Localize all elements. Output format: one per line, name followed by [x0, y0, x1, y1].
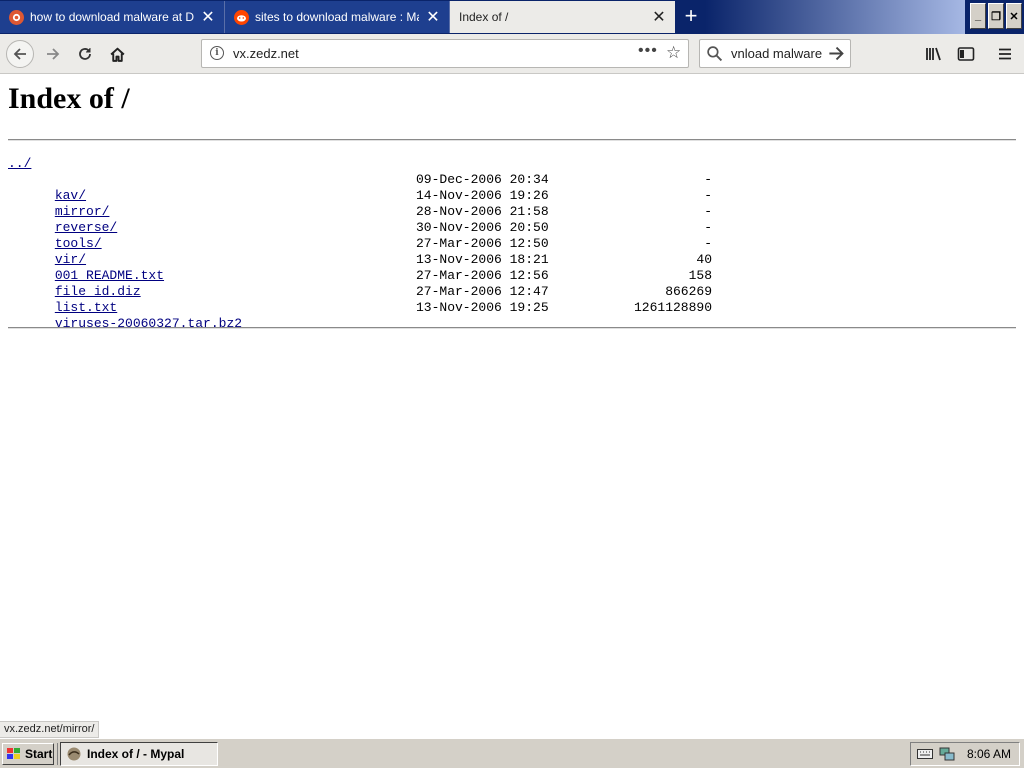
entry-size: 40: [696, 252, 712, 267]
list-item: tools/ 30-Nov-2006 20:50 -: [8, 220, 712, 251]
search-bar[interactable]: vnload malware: [699, 39, 851, 68]
entry-size: 1261128890: [633, 300, 712, 315]
list-item: list.txt 27-Mar-2006 12:47 866269: [8, 284, 712, 315]
entry-size: -: [704, 220, 712, 235]
list-item: ../: [8, 156, 242, 172]
title-bar-gradient: [705, 0, 965, 34]
list-item: vir/ 27-Mar-2006 12:50 -: [8, 236, 712, 267]
restore-button[interactable]: ❐: [988, 3, 1004, 29]
new-tab-button[interactable]: +: [680, 5, 702, 28]
entry-size: -: [704, 188, 712, 203]
navigation-toolbar: i vx.zedz.net ••• ☆ vnload malware: [0, 34, 1024, 74]
search-icon: [707, 46, 723, 62]
page-content: Index of / ../ kav/ 09-Dec-2006 20:34 - …: [0, 74, 1024, 720]
site-info-icon[interactable]: i: [210, 46, 224, 60]
tab-duckduckgo-search[interactable]: how to download malware at DuckDuckGo ✕: [0, 1, 225, 33]
clock: 8:06 AM: [966, 747, 1011, 761]
minimize-button[interactable]: _: [970, 3, 986, 29]
start-label: Start: [25, 747, 53, 761]
search-go-arrow-icon[interactable]: [827, 44, 846, 63]
close-tab-icon[interactable]: ✕: [651, 9, 667, 26]
status-url-tooltip: vx.zedz.net/mirror/: [0, 721, 100, 738]
entry-size: -: [704, 236, 712, 251]
window-controls: _ ❐ ✕: [970, 3, 1022, 29]
list-item: viruses-20060327.tar.bz2 13-Nov-2006 19:…: [8, 300, 712, 331]
search-input[interactable]: vnload malware: [731, 46, 822, 61]
bookmark-star-icon[interactable]: ☆: [666, 43, 681, 63]
taskbar-item-mypal[interactable]: Index of / - Mypal: [60, 742, 218, 766]
entry-date: 28-Nov-2006 21:58: [416, 204, 549, 219]
tab-reddit[interactable]: sites to download malware : Malware ✕: [225, 1, 450, 33]
entry-date: 27-Mar-2006 12:47: [416, 284, 549, 299]
page-actions-icon[interactable]: •••: [638, 42, 658, 60]
system-tray: 8:06 AM: [910, 742, 1020, 766]
library-button[interactable]: [922, 42, 946, 66]
parent-directory-link[interactable]: ../: [8, 156, 31, 171]
taskbar: Start Index of / - Mypal 8:06 AM: [0, 738, 1024, 768]
reload-icon: [79, 48, 91, 60]
menu-button[interactable]: [993, 42, 1017, 66]
list-item: mirror/ 14-Nov-2006 19:26 -: [8, 188, 712, 219]
reload-button[interactable]: [71, 40, 99, 68]
top-divider: [8, 139, 1016, 141]
entry-size: -: [704, 172, 712, 187]
entry-date: 09-Dec-2006 20:34: [416, 172, 549, 187]
entry-date: 27-Mar-2006 12:50: [416, 236, 549, 251]
entry-date: 13-Nov-2006 18:21: [416, 252, 549, 267]
duckduckgo-icon: [9, 9, 24, 25]
entry-date: 14-Nov-2006 19:26: [416, 188, 549, 203]
tab-title: how to download malware at DuckDuckGo: [30, 10, 194, 24]
home-button[interactable]: [103, 40, 131, 68]
network-icon[interactable]: [939, 746, 955, 762]
entry-size: 866269: [665, 284, 712, 299]
entry-size: 158: [688, 268, 712, 283]
url-text[interactable]: vx.zedz.net: [233, 46, 299, 61]
hamburger-menu-icon: [999, 48, 1011, 60]
start-button[interactable]: Start: [2, 743, 54, 765]
taskbar-item-label: Index of / - Mypal: [87, 747, 185, 761]
mypal-icon: [67, 747, 81, 761]
sidebar-icon: [957, 47, 975, 61]
close-window-button[interactable]: ✕: [1006, 3, 1022, 29]
tab-title: Index of /: [459, 10, 509, 24]
keyboard-icon[interactable]: [917, 748, 933, 760]
list-item: 001_README.txt 13-Nov-2006 18:21 40: [8, 252, 712, 283]
forward-arrow-icon: [47, 48, 60, 60]
reddit-icon: [234, 9, 249, 25]
windows-logo-icon: [7, 748, 20, 759]
tab-strip: how to download malware at DuckDuckGo ✕ …: [0, 0, 1024, 34]
address-bar[interactable]: i vx.zedz.net ••• ☆: [201, 39, 689, 68]
tab-title: sites to download malware : Malware: [255, 10, 419, 24]
page-title: Index of /: [8, 82, 130, 115]
close-tab-icon[interactable]: ✕: [425, 9, 441, 26]
list-item: reverse/ 28-Nov-2006 21:58 -: [8, 204, 712, 235]
sidebar-button[interactable]: [954, 42, 978, 66]
entry-date: 30-Nov-2006 20:50: [416, 220, 549, 235]
home-icon: [109, 47, 125, 62]
tab-index-of[interactable]: Index of / ✕: [450, 1, 675, 33]
bottom-divider: [8, 327, 1016, 329]
entry-date: 13-Nov-2006 19:25: [416, 300, 549, 315]
directory-listing: ../ kav/ 09-Dec-2006 20:34 - mirror/ 14-…: [8, 156, 712, 331]
library-icon: [926, 47, 941, 61]
list-item: file_id.diz 27-Mar-2006 12:56 158: [8, 268, 712, 299]
list-item: kav/ 09-Dec-2006 20:34 -: [8, 172, 712, 203]
back-button[interactable]: [6, 40, 34, 68]
close-tab-icon[interactable]: ✕: [200, 9, 216, 26]
entry-size: -: [704, 204, 712, 219]
forward-button[interactable]: [39, 40, 67, 68]
entry-date: 27-Mar-2006 12:56: [416, 268, 549, 283]
back-arrow-icon: [13, 48, 26, 60]
